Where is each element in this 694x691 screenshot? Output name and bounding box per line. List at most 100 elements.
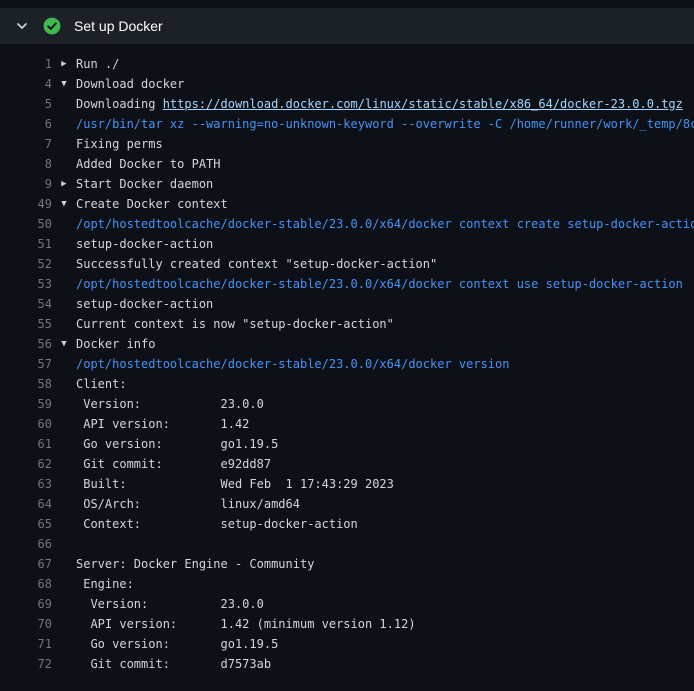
log-text: /usr/bin/tar xz --warning=no-unknown-key…: [76, 117, 694, 131]
log-command-text: /opt/hostedtoolcache/docker-stable/23.0.…: [76, 277, 683, 291]
line-number[interactable]: 60: [0, 417, 52, 431]
log-plain-text: Client:: [76, 377, 127, 391]
log-line: 57/opt/hostedtoolcache/docker-stable/23.…: [0, 354, 694, 374]
log-plain-text: Download docker: [76, 77, 184, 91]
line-number[interactable]: 67: [0, 557, 52, 571]
group-expanded-icon[interactable]: ▼: [52, 199, 76, 209]
log-line: 62 Git commit: e92dd87: [0, 454, 694, 474]
log-group-line[interactable]: 1▶Run ./: [0, 54, 694, 74]
line-number[interactable]: 58: [0, 377, 52, 391]
log-text: Fixing perms: [76, 137, 163, 151]
line-number[interactable]: 55: [0, 317, 52, 331]
line-number[interactable]: 68: [0, 577, 52, 591]
log-plain-text: Downloading: [76, 97, 163, 111]
log-plain-text: Successfully created context "setup-dock…: [76, 257, 437, 271]
log-text: Docker info: [76, 337, 155, 351]
line-number[interactable]: 62: [0, 457, 52, 471]
success-check-icon: [43, 17, 61, 35]
log-plain-text: Run ./: [76, 57, 119, 71]
log-text: setup-docker-action: [76, 237, 213, 251]
group-collapsed-icon[interactable]: ▶: [52, 59, 76, 69]
line-number[interactable]: 52: [0, 257, 52, 271]
log-line: 50/opt/hostedtoolcache/docker-stable/23.…: [0, 214, 694, 234]
log-line: 60 API version: 1.42: [0, 414, 694, 434]
log-plain-text: Start Docker daemon: [76, 177, 213, 191]
log-text: Successfully created context "setup-dock…: [76, 257, 437, 271]
log-command-text: /opt/hostedtoolcache/docker-stable/23.0.…: [76, 357, 509, 371]
log-text: Current context is now "setup-docker-act…: [76, 317, 394, 331]
step-header[interactable]: Set up Docker: [0, 8, 694, 44]
log-line: 54 setup-docker-action: [0, 294, 694, 314]
line-number[interactable]: 71: [0, 637, 52, 651]
log-line: 7 Fixing perms: [0, 134, 694, 154]
line-number[interactable]: 4: [0, 77, 52, 91]
line-number[interactable]: 64: [0, 497, 52, 511]
group-expanded-icon[interactable]: ▼: [52, 339, 76, 349]
log-line: 71 Go version: go1.19.5: [0, 634, 694, 654]
log-text: Added Docker to PATH: [76, 157, 221, 171]
log-plain-text: Docker info: [76, 337, 155, 351]
log-text: setup-docker-action: [76, 297, 213, 311]
log-text: Go version: go1.19.5: [76, 437, 278, 451]
line-number[interactable]: 63: [0, 477, 52, 491]
log-text: API version: 1.42 (minimum version 1.12): [76, 617, 416, 631]
log-plain-text: Server: Docker Engine - Community: [76, 557, 314, 571]
log-text: API version: 1.42: [76, 417, 249, 431]
line-number[interactable]: 1: [0, 57, 52, 71]
line-number[interactable]: 50: [0, 217, 52, 231]
log-text: OS/Arch: linux/amd64: [76, 497, 300, 511]
line-number[interactable]: 56: [0, 337, 52, 351]
line-number[interactable]: 7: [0, 137, 52, 151]
line-number[interactable]: 57: [0, 357, 52, 371]
log-group-line[interactable]: 4▼Download docker: [0, 74, 694, 94]
log-text: /opt/hostedtoolcache/docker-stable/23.0.…: [76, 357, 509, 371]
log-line: 65 Context: setup-docker-action: [0, 514, 694, 534]
line-number[interactable]: 72: [0, 657, 52, 671]
log-group-line[interactable]: 49▼Create Docker context: [0, 194, 694, 214]
log-text: Client:: [76, 377, 127, 391]
log-plain-text: Fixing perms: [76, 137, 163, 151]
log-group-line[interactable]: 9▶Start Docker daemon: [0, 174, 694, 194]
log-text: Downloading https://download.docker.com/…: [76, 97, 683, 111]
log-line: 66: [0, 534, 694, 554]
step-title: Set up Docker: [74, 18, 163, 34]
log-text: /opt/hostedtoolcache/docker-stable/23.0.…: [76, 217, 694, 231]
log-line: 59 Version: 23.0.0: [0, 394, 694, 414]
log-text: Version: 23.0.0: [76, 597, 264, 611]
workflow-log-viewer: Set up Docker 1▶Run ./4▼Download docker5…: [0, 8, 694, 674]
log-text: Run ./: [76, 57, 119, 71]
line-number[interactable]: 61: [0, 437, 52, 451]
line-number[interactable]: 49: [0, 197, 52, 211]
log-line: 6/usr/bin/tar xz --warning=no-unknown-ke…: [0, 114, 694, 134]
log-line: 67 Server: Docker Engine - Community: [0, 554, 694, 574]
line-number[interactable]: 70: [0, 617, 52, 631]
line-number[interactable]: 69: [0, 597, 52, 611]
log-line: 69 Version: 23.0.0: [0, 594, 694, 614]
line-number[interactable]: 59: [0, 397, 52, 411]
log-text: /opt/hostedtoolcache/docker-stable/23.0.…: [76, 277, 683, 291]
line-number[interactable]: 53: [0, 277, 52, 291]
log-plain-text: Version: 23.0.0: [76, 397, 264, 411]
line-number[interactable]: 51: [0, 237, 52, 251]
line-number[interactable]: 54: [0, 297, 52, 311]
chevron-down-icon[interactable]: [14, 18, 30, 34]
log-text: Context: setup-docker-action: [76, 517, 358, 531]
line-number[interactable]: 6: [0, 117, 52, 131]
line-number[interactable]: 65: [0, 517, 52, 531]
log-text: Built: Wed Feb 1 17:43:29 2023: [76, 477, 394, 491]
log-plain-text: Added Docker to PATH: [76, 157, 221, 171]
line-number[interactable]: 9: [0, 177, 52, 191]
line-number[interactable]: 8: [0, 157, 52, 171]
log-text: Create Docker context: [76, 197, 228, 211]
log-text: Version: 23.0.0: [76, 397, 264, 411]
log-group-line[interactable]: 56▼Docker info: [0, 334, 694, 354]
log-command-text: /usr/bin/tar xz --warning=no-unknown-key…: [76, 117, 694, 131]
log-link[interactable]: https://download.docker.com/linux/static…: [163, 97, 683, 111]
group-expanded-icon[interactable]: ▼: [52, 79, 76, 89]
log-plain-text: Version: 23.0.0: [76, 597, 264, 611]
log-plain-text: Go version: go1.19.5: [76, 437, 278, 451]
group-collapsed-icon[interactable]: ▶: [52, 179, 76, 189]
line-number[interactable]: 5: [0, 97, 52, 111]
log-plain-text: Git commit: e92dd87: [76, 457, 271, 471]
line-number[interactable]: 66: [0, 537, 52, 551]
